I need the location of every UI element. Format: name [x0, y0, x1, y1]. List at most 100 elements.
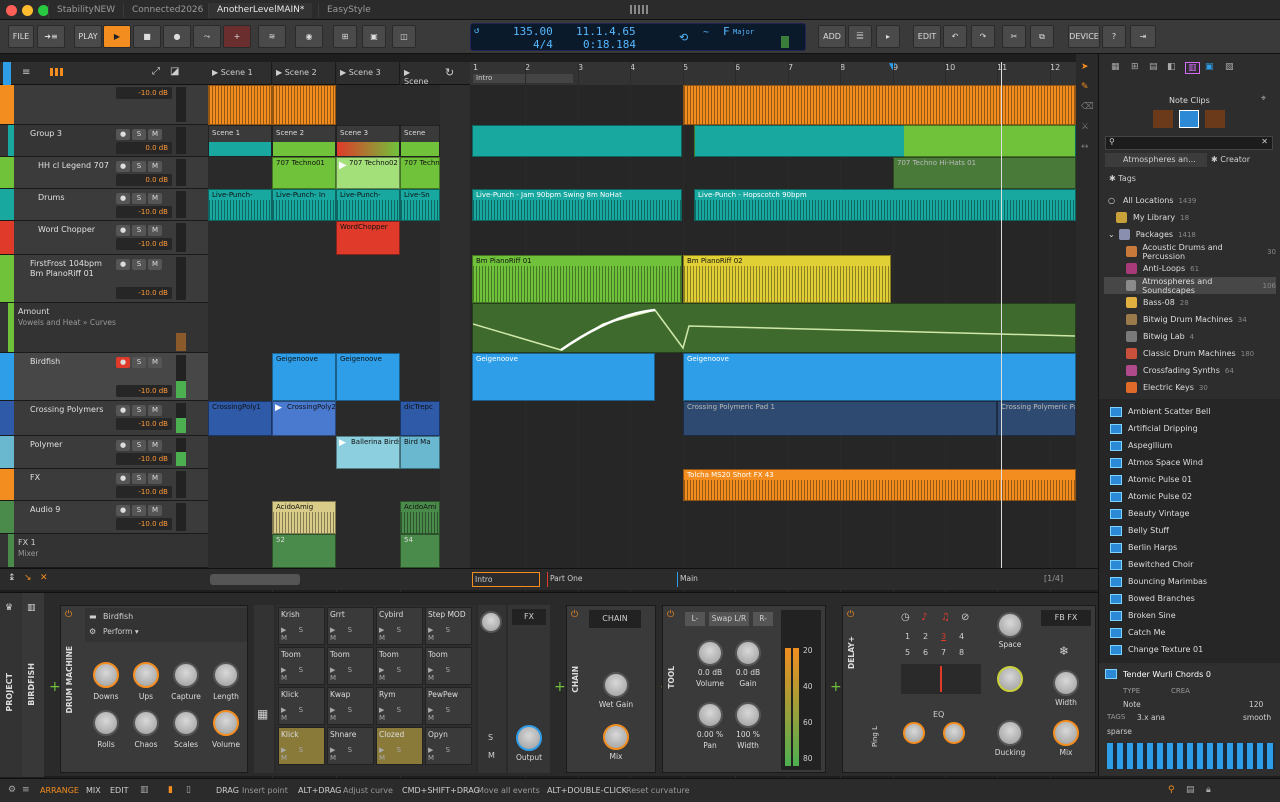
- punch-in-icon[interactable]: ~: [703, 27, 709, 38]
- automation-lane-header[interactable]: Amount Vowels and Heat » Curves: [0, 303, 208, 353]
- arranger-clip[interactable]: Live-Punch - Jam 90bpm Swing 8m NoHat: [472, 189, 682, 221]
- time-signature[interactable]: 4/4: [533, 38, 553, 51]
- drum-pad[interactable]: Toom ▶ S M: [327, 647, 374, 685]
- drum-pad[interactable]: Rym ▶ S M: [376, 687, 423, 725]
- cue-region[interactable]: Part One: [547, 572, 671, 587]
- browser-tab-icon[interactable]: ▧: [1225, 62, 1234, 72]
- stop-icon[interactable]: ■: [133, 25, 161, 48]
- timeline-ruler[interactable]: 1 2 3 4 5 6 7 8 9 10 11 12 Intro ▼: [470, 62, 1076, 85]
- output-knob[interactable]: [516, 725, 542, 751]
- space-knob[interactable]: [997, 612, 1023, 638]
- track-name[interactable]: Drums: [38, 193, 120, 203]
- snowflake-icon[interactable]: ❄: [1059, 644, 1069, 658]
- track-name[interactable]: Audio 9: [30, 505, 112, 515]
- arrange-view-button[interactable]: ARRANGE: [40, 786, 79, 795]
- file-item[interactable]: Broken Sine: [1104, 607, 1276, 624]
- cue-marker[interactable]: Intro: [473, 74, 573, 83]
- panel-icon[interactable]: ▯: [186, 785, 191, 795]
- zoom-icon[interactable]: ◪: [170, 66, 179, 77]
- group-scene-slot[interactable]: Scene 1: [208, 125, 272, 157]
- volume-readout[interactable]: -10.0 dB: [116, 87, 172, 99]
- clip[interactable]: [272, 85, 336, 125]
- mute-button[interactable]: M: [148, 505, 162, 516]
- drum-pad[interactable]: Klick ▶ S M: [278, 687, 325, 725]
- clip[interactable]: WordChopper: [336, 221, 400, 255]
- volume-readout[interactable]: -10.0 dB: [116, 518, 172, 530]
- edit-button[interactable]: EDIT: [913, 25, 941, 48]
- browser-tab-icon[interactable]: ▤: [1149, 62, 1158, 72]
- browser-tab-icon[interactable]: ◧: [1167, 62, 1176, 72]
- package-item[interactable]: Crossfading Synths 64: [1104, 362, 1276, 379]
- record-icon[interactable]: ●: [163, 25, 191, 48]
- track-header[interactable]: FirstFrost 104bpm Bm PlanoRiff 01 ● S M -1…: [0, 255, 208, 303]
- pan-knob[interactable]: [697, 702, 723, 728]
- loop-icon[interactable]: ⟲: [679, 31, 688, 44]
- volume-readout[interactable]: -10.0 dB: [116, 486, 172, 498]
- fb-fx-button[interactable]: FB FX: [1041, 610, 1091, 626]
- file-item[interactable]: Change Texture 01: [1104, 641, 1276, 658]
- clip-type-icon[interactable]: [1205, 110, 1225, 128]
- arranger-clip[interactable]: Crossing Polymeric Pad 1: [997, 401, 1076, 436]
- track-header-selected[interactable]: Birdfish ● S M -10.0 dB: [0, 353, 208, 401]
- refresh-icon[interactable]: ↻: [445, 66, 454, 79]
- volume-readout[interactable]: 0.0 dB: [116, 142, 172, 154]
- project-label[interactable]: PROJECT: [5, 673, 14, 712]
- tab-project[interactable]: EasyStyle: [318, 3, 379, 18]
- volume-readout[interactable]: -10.0 dB: [116, 206, 172, 218]
- clip[interactable]: Bird Ma: [400, 436, 440, 469]
- mute-button[interactable]: M: [148, 259, 162, 270]
- fx-button[interactable]: FX: [512, 609, 546, 625]
- solo-button[interactable]: S: [132, 129, 146, 140]
- right-invert-button[interactable]: R-: [753, 612, 773, 626]
- drum-pad[interactable]: Toom ▶ S M: [278, 647, 325, 685]
- solo-button[interactable]: S: [132, 405, 146, 416]
- eraser-tool-icon[interactable]: ⌫: [1081, 102, 1094, 112]
- drum-pad[interactable]: Klick ▶ S M: [278, 727, 325, 765]
- volume-readout[interactable]: -10.0 dB: [116, 418, 172, 430]
- scene-header[interactable]: ▶ Scene: [400, 62, 440, 85]
- track-name[interactable]: FX: [30, 473, 112, 483]
- clip-playing[interactable]: 707 Techno02 ▶: [336, 157, 400, 189]
- file-menu-button[interactable]: FILE: [8, 25, 34, 48]
- fx-track-header[interactable]: FX 1 Mixer: [0, 534, 208, 568]
- power-icon[interactable]: ⏻: [65, 610, 72, 620]
- pad-knob[interactable]: [480, 611, 502, 633]
- piano-icon[interactable]: 𝄚: [848, 25, 872, 48]
- width-knob[interactable]: [1053, 670, 1079, 696]
- gain-knob[interactable]: [735, 640, 761, 666]
- clip[interactable]: 707 Techn: [400, 157, 440, 189]
- solo-button[interactable]: S: [132, 161, 146, 172]
- pencil-tool-icon[interactable]: ✎: [1081, 82, 1089, 92]
- volume-readout[interactable]: 0.0 dB: [116, 174, 172, 186]
- login-icon[interactable]: ⇥: [1130, 25, 1156, 48]
- clip[interactable]: 52: [272, 534, 336, 568]
- insert-icon[interactable]: ↨: [8, 573, 16, 583]
- volume-readout[interactable]: -10.0 dB: [116, 287, 172, 299]
- track-header[interactable]: Crossing Polymers ● S M -10.0 dB: [0, 401, 208, 436]
- track-header[interactable]: -10.0 dB: [0, 85, 208, 125]
- track-header[interactable]: Word Chopper ● S M -10.0 dB: [0, 221, 208, 255]
- location-item[interactable]: My Library 18: [1104, 209, 1276, 226]
- drum-pad[interactable]: Krish ▶ S M: [278, 607, 325, 645]
- file-item[interactable]: Berlin Harps: [1104, 539, 1276, 556]
- pad-grid-toggle[interactable]: ▦: [254, 605, 274, 773]
- active-toggle[interactable]: ●: [116, 259, 130, 270]
- chaos-knob[interactable]: [133, 710, 159, 736]
- arranger-clip[interactable]: 707 Techno Hi-Hats 01: [893, 157, 1076, 189]
- group-scene-slot[interactable]: Scene 3: [336, 125, 400, 157]
- browser-tab-icon[interactable]: ▦: [1111, 62, 1120, 72]
- play-icon[interactable]: ▶: [103, 25, 131, 48]
- file-item[interactable]: Aspegllium: [1104, 437, 1276, 454]
- scales-knob[interactable]: [173, 710, 199, 736]
- tab-project[interactable]: Connected2026: [123, 3, 211, 18]
- package-item[interactable]: Anti-Loops 61: [1104, 260, 1276, 277]
- pin-icon[interactable]: ⌖: [1261, 94, 1266, 104]
- package-item-selected[interactable]: Atmospheres and Soundscapes 106: [1104, 277, 1276, 295]
- clip[interactable]: [208, 85, 272, 125]
- clip[interactable]: Live-Sn: [400, 189, 440, 221]
- arranger-clip[interactable]: Crossing Polymeric Pad 1: [683, 401, 997, 436]
- file-item[interactable]: Ambient Scatter Bell: [1104, 403, 1276, 420]
- group-scene-slot[interactable]: Scene: [400, 125, 440, 157]
- active-toggle[interactable]: ●: [116, 473, 130, 484]
- clip[interactable]: 54: [400, 534, 440, 568]
